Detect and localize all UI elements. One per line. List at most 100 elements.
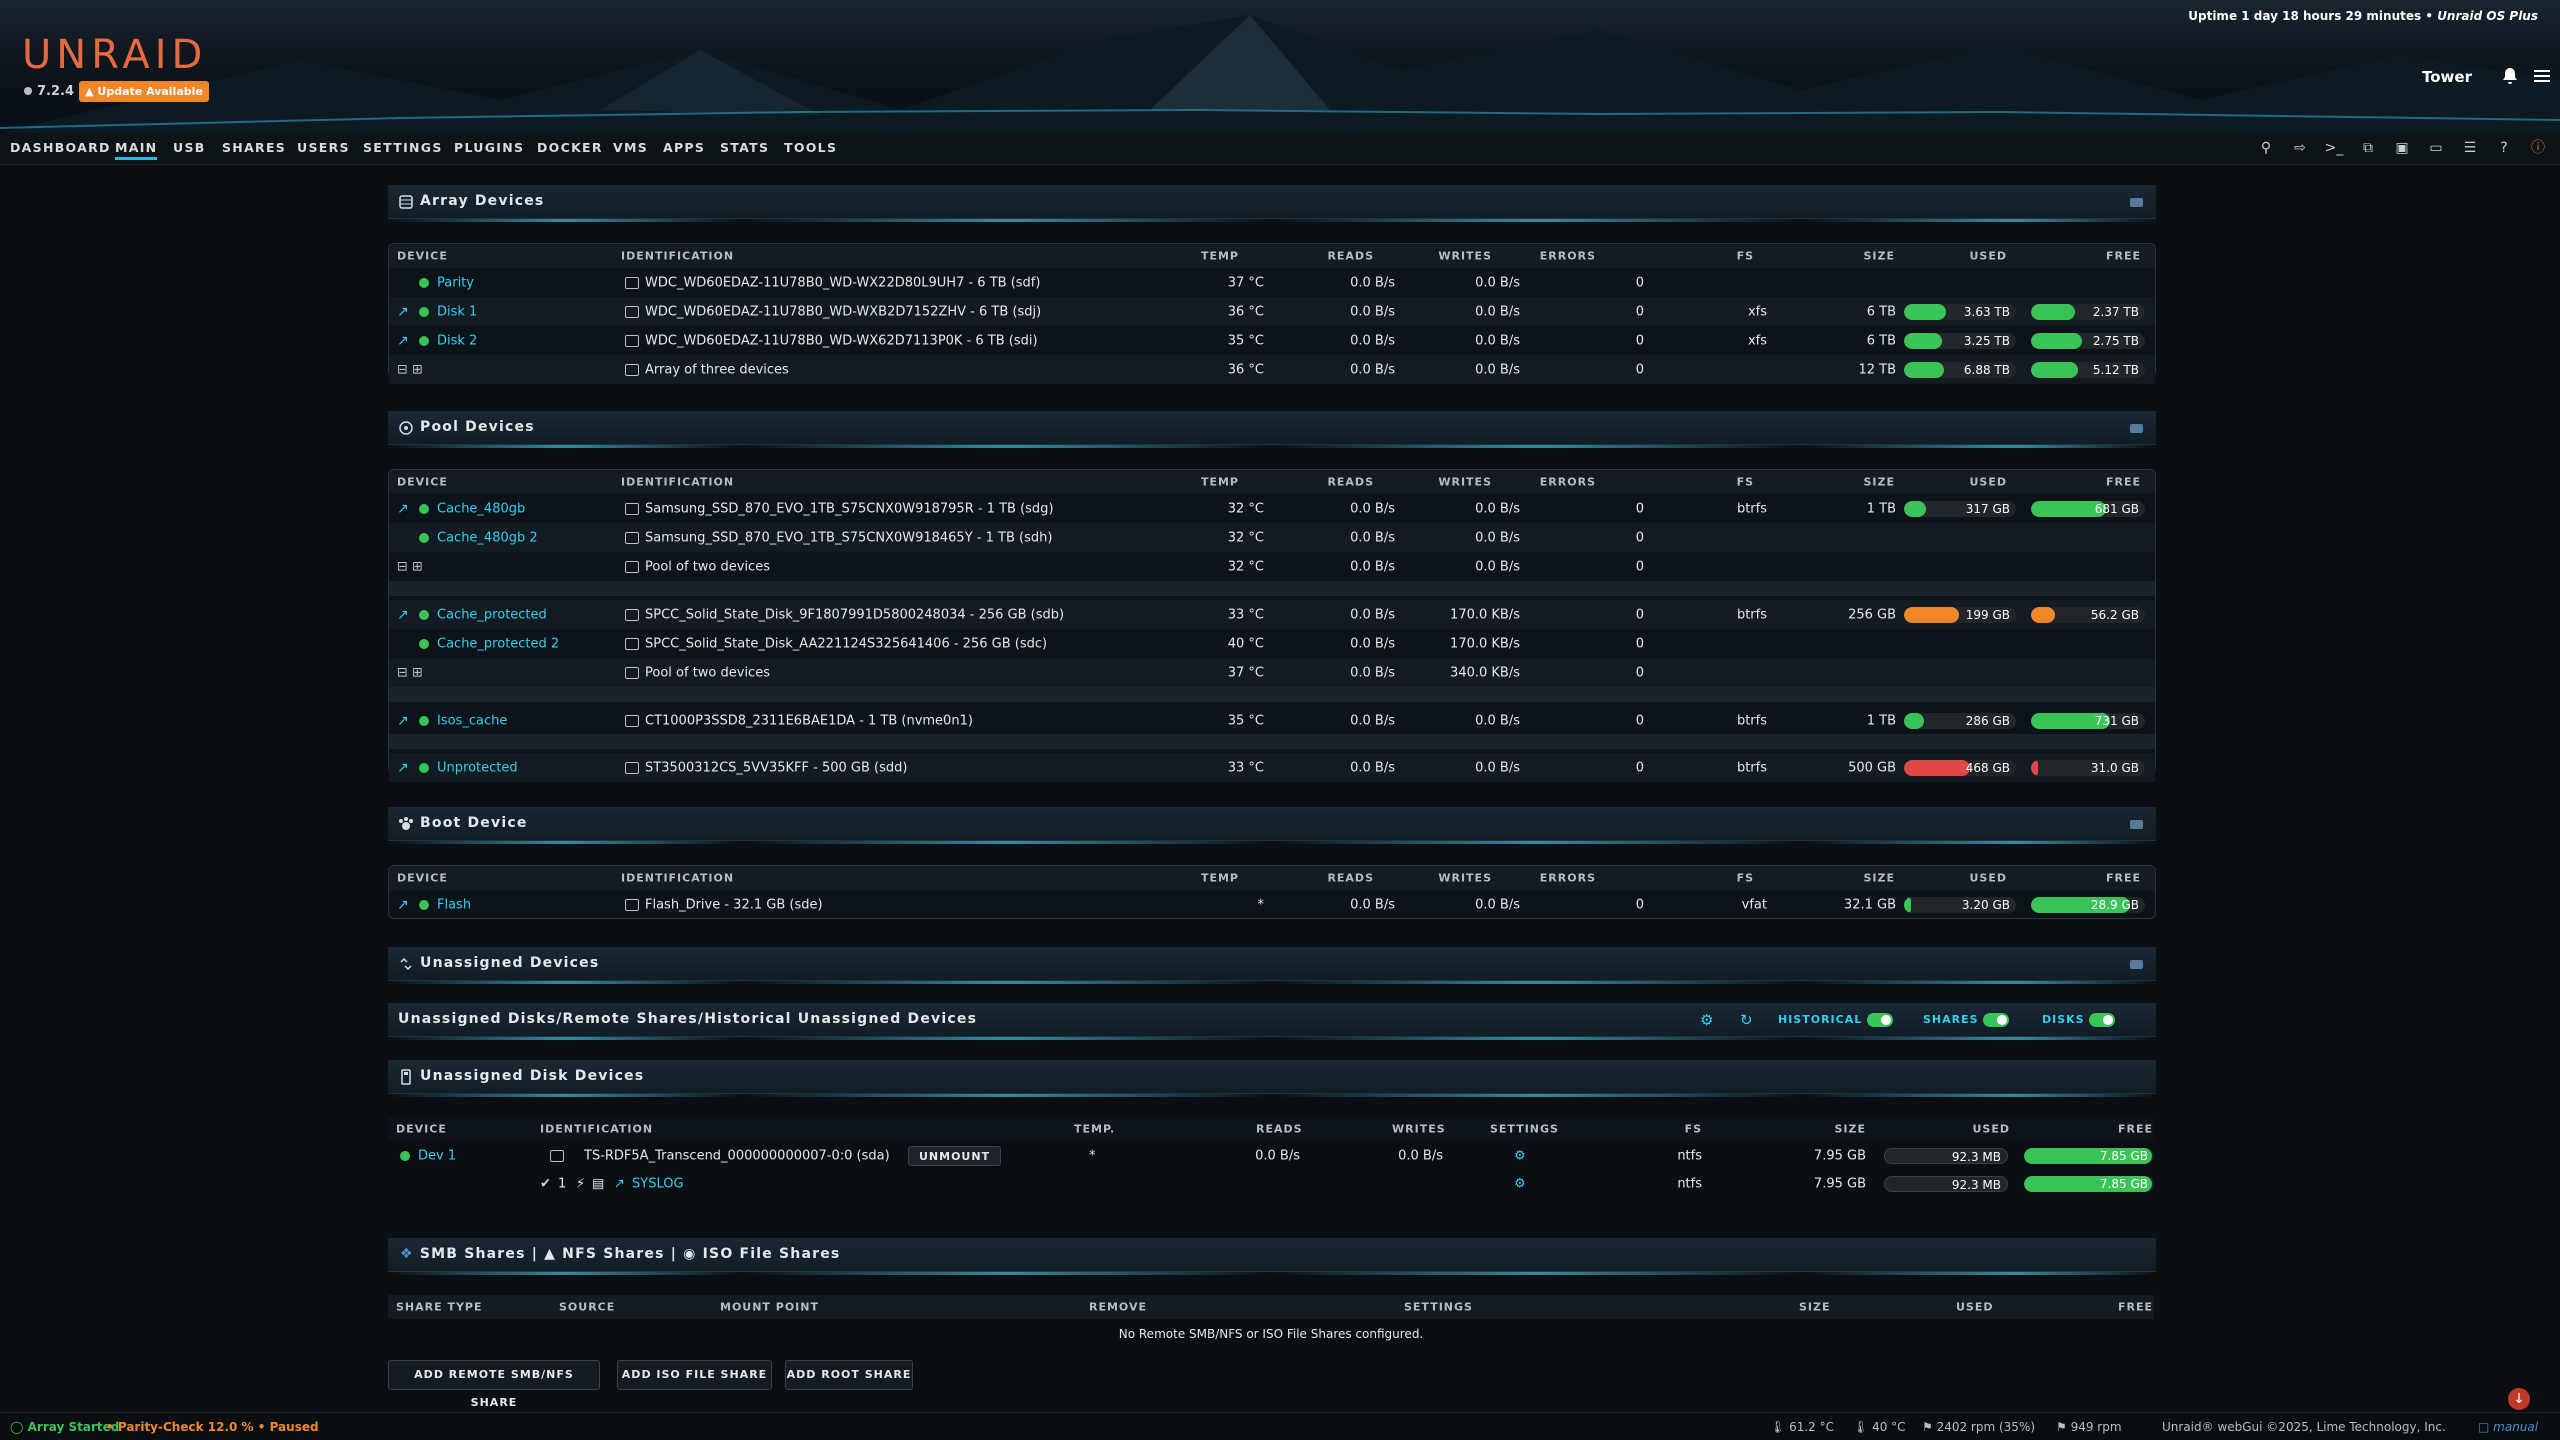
expand-icon[interactable]: ⊟ ⊞	[397, 362, 423, 377]
nav-docker[interactable]: DOCKER	[537, 140, 603, 155]
external-link-icon[interactable]: ↗	[397, 897, 409, 913]
log-icon[interactable]: ☰	[2460, 138, 2480, 158]
device-name-link[interactable]: Cache_protected 2	[437, 636, 559, 651]
device-identification[interactable]: SPCC_Solid_State_Disk_AA221124S325641406…	[645, 636, 1047, 651]
expand-icon[interactable]: ⊟ ⊞	[397, 559, 423, 574]
settings-gear-icon[interactable]: ⚙	[1514, 1176, 1526, 1191]
terminal-icon[interactable]: ▤	[592, 1176, 604, 1191]
shares-label: SHARES	[1923, 1012, 1979, 1026]
device-identification[interactable]: SPCC_Solid_State_Disk_9F1807991D58002480…	[645, 607, 1064, 622]
logout-icon[interactable]: ⇨	[2290, 138, 2310, 158]
device-identification[interactable]: Flash_Drive - 32.1 GB (sde)	[645, 897, 823, 912]
feedback-icon[interactable]: ▣	[2392, 138, 2412, 158]
device-name-link[interactable]: Cache_480gb	[437, 501, 525, 516]
device-name-link[interactable]: Disk 2	[437, 333, 477, 348]
array-section-header[interactable]: Array Devices	[388, 185, 2156, 219]
cell-writes: 0.0 B/s	[1475, 713, 1520, 728]
nav-apps[interactable]: APPS	[663, 140, 705, 155]
database-icon	[399, 195, 413, 209]
monitor-icon[interactable]: ▭	[2426, 138, 2446, 158]
expand-icon[interactable]: ⊟ ⊞	[397, 665, 423, 680]
hamburger-menu-icon[interactable]	[2532, 66, 2552, 86]
nav-users[interactable]: USERS	[297, 140, 350, 155]
device-name-link[interactable]: Flash	[437, 897, 471, 912]
external-link-icon[interactable]: ↗	[397, 304, 409, 320]
info-icon[interactable]: ⓘ	[2528, 138, 2548, 158]
toggle-switch[interactable]	[1983, 1012, 2010, 1027]
external-link-icon[interactable]: ↗	[397, 607, 409, 623]
device-name-link[interactable]: Unprotected	[437, 760, 518, 775]
unassigned-section-header[interactable]: Unassigned Devices	[388, 947, 2156, 981]
device-identification[interactable]: Samsung_SSD_870_EVO_1TB_S75CNX0W918795R …	[645, 501, 1054, 516]
device-identification[interactable]: WDC_WD60EDAZ-11U78B0_WD-WX62D7113P0K - 6…	[645, 333, 1038, 348]
device-name-link[interactable]: Isos_cache	[437, 713, 507, 728]
nav-stats[interactable]: STATS	[720, 140, 769, 155]
bell-icon[interactable]	[2500, 66, 2520, 86]
scroll-down-icon[interactable]: ↓	[2508, 1388, 2530, 1410]
syslog-link[interactable]: SYSLOG	[632, 1176, 684, 1191]
pool-section-header[interactable]: Pool Devices	[388, 411, 2156, 445]
add-remote-share-button[interactable]: ADD REMOTE SMB/NFS SHARE	[388, 1360, 600, 1409]
device-identification[interactable]: TS-RDF5A_Transcend_000000000007-0:0 (sda…	[584, 1148, 890, 1163]
device-name-link[interactable]: Cache_protected	[437, 607, 547, 622]
col-device: DEVICE	[397, 249, 448, 263]
update-label: Update Available	[97, 85, 203, 98]
nav-main[interactable]: MAIN	[115, 140, 158, 160]
update-available-button[interactable]: ▲ Update Available	[79, 81, 209, 102]
server-name: Tower	[2422, 68, 2472, 86]
terminal-icon[interactable]: >_	[2324, 138, 2344, 158]
historical-toggle[interactable]: HISTORICAL	[1778, 1012, 1894, 1027]
settings-gear-icon[interactable]: ⚙	[1514, 1148, 1526, 1163]
device-name-link[interactable]: Dev 1	[418, 1148, 456, 1163]
used-value: 317 GB	[1965, 501, 2010, 516]
device-identification[interactable]: WDC_WD60EDAZ-11U78B0_WD-WX22D80L9UH7 - 6…	[645, 275, 1040, 290]
device-identification[interactable]: WDC_WD60EDAZ-11U78B0_WD-WXB2D7152ZHV - 6…	[645, 304, 1041, 319]
shares-toggle[interactable]: SHARES	[1923, 1012, 2010, 1027]
bolt-icon[interactable]: ⚡	[576, 1176, 585, 1191]
nav-tools[interactable]: TOOLS	[784, 140, 837, 155]
external-link-icon[interactable]: ↗	[614, 1176, 625, 1191]
device-name-link[interactable]: Cache_480gb 2	[437, 530, 538, 545]
settings-gear-icon[interactable]: ⚙	[1700, 1011, 1713, 1029]
fan2: ⚑ 949 rpm	[2056, 1419, 2122, 1434]
add-iso-share-button[interactable]: ADD ISO FILE SHARE	[617, 1360, 772, 1390]
external-link-icon[interactable]: ↗	[397, 501, 409, 517]
device-identification[interactable]: Samsung_SSD_870_EVO_1TB_S75CNX0W918465Y …	[645, 530, 1052, 545]
external-link-icon[interactable]: ↗	[397, 760, 409, 776]
unmount-button[interactable]: UNMOUNT	[908, 1145, 1002, 1166]
collapse-icon[interactable]	[2129, 421, 2144, 435]
nav-shares[interactable]: SHARES	[222, 140, 286, 155]
status-dot-icon	[419, 638, 429, 649]
collapse-icon[interactable]	[2129, 957, 2144, 971]
collapse-icon[interactable]	[2129, 817, 2144, 831]
boot-section-header[interactable]: Boot Device	[388, 807, 2156, 841]
external-link-icon[interactable]: ↗	[397, 333, 409, 349]
device-identification[interactable]: CT1000P3SSD8_2311E6BAE1DA - 1 TB (nvme0n…	[645, 713, 973, 728]
device-name-link[interactable]: Parity	[437, 275, 474, 290]
refresh-icon[interactable]: ↻	[1740, 1011, 1753, 1029]
search-icon[interactable]: ⚲	[2256, 138, 2276, 158]
help-icon[interactable]: ?	[2494, 138, 2514, 158]
disk-icon	[625, 608, 639, 621]
device-name-link[interactable]: Disk 1	[437, 304, 477, 319]
version-label[interactable]: 7.2.4	[24, 84, 74, 99]
disk-icon	[625, 898, 639, 911]
cell-reads: 0.0 B/s	[1350, 760, 1395, 775]
nav-dashboard[interactable]: DASHBOARD	[10, 140, 111, 155]
unraid-logo[interactable]: UNRAID	[22, 32, 207, 78]
external-link-icon[interactable]: ↗	[397, 713, 409, 729]
nav-vms[interactable]: VMS	[613, 140, 648, 155]
copy-icon[interactable]: ⧉	[2358, 138, 2378, 158]
toggle-switch[interactable]	[2089, 1012, 2116, 1027]
nav-plugins[interactable]: PLUGINS	[454, 140, 524, 155]
cell-errors: 0	[1635, 607, 1644, 622]
nav-usb[interactable]: USB	[173, 140, 206, 155]
manual-link[interactable]: □ manual	[2478, 1420, 2538, 1434]
add-root-share-button[interactable]: ADD ROOT SHARE	[785, 1360, 913, 1390]
disks-toggle[interactable]: DISKS	[2042, 1012, 2116, 1027]
device-identification[interactable]: ST3500312CS_5VV35KFF - 500 GB (sdd)	[645, 760, 907, 775]
collapse-icon[interactable]	[2129, 195, 2144, 209]
nav-settings[interactable]: SETTINGS	[363, 140, 443, 155]
used-fill	[1904, 712, 1924, 729]
toggle-switch[interactable]	[1867, 1012, 1894, 1027]
